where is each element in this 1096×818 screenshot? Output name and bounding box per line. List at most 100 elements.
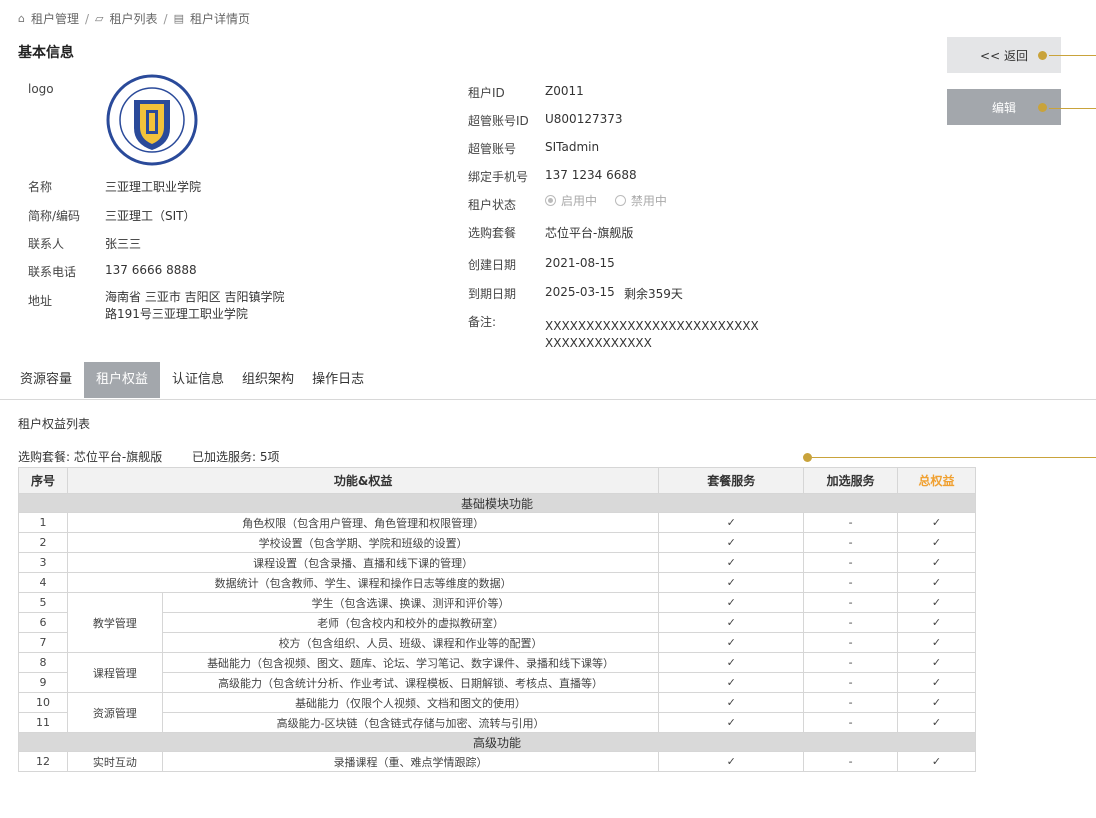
tenant-id: Z0011 [545,84,584,98]
package-check-icon: ✓ [658,672,805,693]
annotation-dot-icon [1038,103,1047,112]
package-check-icon: ✓ [658,612,805,633]
bind-phone: 137 1234 6688 [545,168,637,182]
breadcrumb-separator: / [163,11,168,26]
addon-dash: - [803,572,899,593]
row-no: 4 [18,572,68,593]
breadcrumb-tenant-mgmt[interactable]: 租户管理 [31,10,79,27]
contact-phone: 137 6666 8888 [105,263,197,277]
college-seal-icon [106,74,198,166]
row-no: 3 [18,552,68,573]
addon-dash: - [803,592,899,613]
remaining-days: 剩余359天 [624,287,683,301]
college-logo [104,72,200,168]
col-header-no: 序号 [18,467,68,494]
row-no: 1 [18,512,68,533]
addon-dash: - [803,552,899,573]
bind-phone-label: 绑定手机号 [468,170,529,184]
row-feature: 高级能力（包含统计分析、作业考试、课程模板、日期解锁、考核点、直播等） [161,672,660,693]
breadcrumb-tenant-list[interactable]: 租户列表 [110,10,158,27]
row-feature: 学生（包含选课、换课、测评和评价等） [161,592,660,613]
total-check-icon: ✓ [897,512,976,533]
annotation-dot-icon [803,453,812,462]
tenant-id-label: 租户ID [468,86,505,100]
name-label: 名称 [28,180,53,194]
tenant-short-name: 三亚理工（SIT） [105,209,196,223]
note-line-2: XXXXXXXXXXXXX [545,336,652,350]
row-no: 11 [18,712,68,733]
radio-checked-icon [545,195,556,206]
note-line-1: XXXXXXXXXXXXXXXXXXXXXXXXXX [545,319,759,333]
tab-resource-capacity[interactable]: 资源容量 [14,362,78,398]
row-no: 8 [18,652,68,673]
status-enabled-label: 启用中 [561,194,598,208]
package-check-icon: ✓ [658,632,805,653]
tenant-status-group: 启用中 禁用中 [545,192,681,209]
table-group-row: 基础模块功能 [18,493,976,513]
package-check-icon: ✓ [658,532,805,553]
package-check-icon: ✓ [658,712,805,733]
row-no: 9 [18,672,68,693]
tenant-name: 三亚理工职业学院 [105,180,202,194]
basic-info-title: 基本信息 [18,45,74,61]
addon-dash: - [803,652,899,673]
back-button-label: << 返回 [980,48,1028,63]
category-live: 实时互动 [66,751,163,772]
short-name-label: 简称/编码 [28,209,81,223]
package-check-icon: ✓ [658,552,805,573]
tab-tenant-rights[interactable]: 租户权益 [84,362,161,398]
tab-operation-log[interactable]: 操作日志 [306,362,370,398]
table-row: 5 教学管理 学生（包含选课、换课、测评和评价等） ✓ - ✓ [18,592,976,653]
row-no: 12 [18,751,68,772]
status-disabled-label: 禁用中 [630,194,667,208]
annotation-line [1049,108,1096,109]
col-header-addon: 加选服务 [803,467,899,494]
addon-dash: - [803,712,899,733]
row-no: 5 [18,592,68,613]
table-row: 8 课程管理 基础能力（包含视频、图文、题库、论坛、学习笔记、数字课件、录播和线… [18,652,976,693]
status-enabled-radio[interactable]: 启用中 [545,192,597,209]
col-header-total: 总权益 [897,467,976,494]
tab-certification[interactable]: 认证信息 [166,362,230,398]
address-label: 地址 [28,294,53,308]
status-disabled-radio[interactable]: 禁用中 [614,192,667,209]
tab-organization[interactable]: 组织架构 [236,362,300,398]
row-feature: 角色权限（包含用户管理、角色管理和权限管理） [66,512,660,533]
tabs-divider [0,399,1096,400]
addon-dash: - [803,692,899,713]
row-feature: 高级能力-区块链（包含链式存储与加密、流转与引用） [161,712,660,733]
row-no: 6 [18,612,68,633]
total-check-icon: ✓ [897,652,976,673]
row-feature: 基础能力（包含视频、图文、题库、论坛、学习笔记、数字课件、录播和线下课等） [161,652,660,673]
package-summary: 选购套餐: 芯位平台-旗舰版 已加选服务: 5项 [18,448,306,465]
table-row: 9 高级能力（包含统计分析、作业考试、课程模板、日期解锁、考核点、直播等） ✓ … [18,672,976,693]
category-resource: 资源管理 [66,692,163,733]
document-icon: ▤ [173,12,184,25]
edit-button[interactable]: 编辑 [947,89,1061,125]
row-no: 2 [18,532,68,553]
group-advanced: 高级功能 [18,732,976,752]
table-row: 7 校方（包含组织、人员、班级、课程和作业等的配置） ✓ - ✓ [18,632,976,653]
package-check-icon: ✓ [658,652,805,673]
tenant-status-label: 租户状态 [468,198,517,212]
row-feature: 学校设置（包含学期、学院和班级的设置） [66,532,660,553]
table-row: 10 资源管理 基础能力（仅限个人视频、文档和图文的使用） ✓ - ✓ [18,692,976,733]
addon-dash: - [803,612,899,633]
contact-label: 联系人 [28,237,65,251]
addon-dash: - [803,751,899,772]
package-check-icon: ✓ [658,572,805,593]
total-check-icon: ✓ [897,672,976,693]
admin-id: U800127373 [545,112,623,126]
added-services: 已加选服务: 5项 [192,450,280,464]
total-check-icon: ✓ [897,751,976,772]
expire-date-label: 到期日期 [468,287,517,301]
plan-value: 芯位平台-旗舰版 [545,226,634,240]
breadcrumb: ⌂ 租户管理 / ▱ 租户列表 / ▤ 租户详情页 [18,10,250,27]
total-check-icon: ✓ [897,612,976,633]
package-check-icon: ✓ [658,512,805,533]
back-button[interactable]: << 返回 [947,37,1061,73]
addon-dash: - [803,632,899,653]
contact-person: 张三三 [105,237,142,251]
detail-tabs: 资源容量 租户权益 认证信息 组织架构 操作日志 [14,362,376,398]
addon-dash: - [803,672,899,693]
